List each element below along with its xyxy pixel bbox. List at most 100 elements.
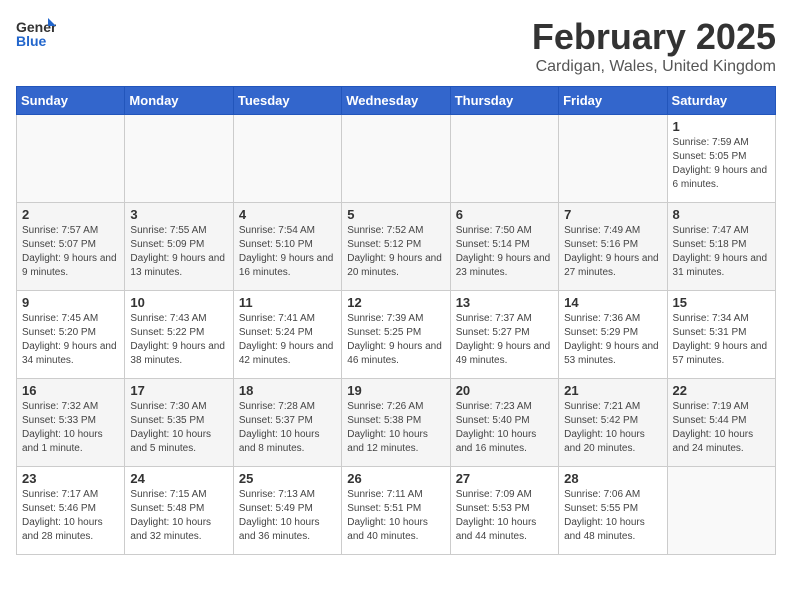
svg-text:Blue: Blue <box>16 33 47 49</box>
day-info: Sunrise: 7:09 AM Sunset: 5:53 PM Dayligh… <box>456 488 553 544</box>
day-number: 14 <box>564 295 661 310</box>
header-friday: Friday <box>559 87 667 115</box>
day-number: 20 <box>456 383 553 398</box>
day-number: 4 <box>239 207 336 222</box>
calendar-week-4: 23Sunrise: 7:17 AM Sunset: 5:46 PM Dayli… <box>17 467 776 555</box>
day-info: Sunrise: 7:11 AM Sunset: 5:51 PM Dayligh… <box>347 488 444 544</box>
day-info: Sunrise: 7:19 AM Sunset: 5:44 PM Dayligh… <box>673 400 770 456</box>
header-saturday: Saturday <box>667 87 775 115</box>
day-number: 8 <box>673 207 770 222</box>
day-info: Sunrise: 7:54 AM Sunset: 5:10 PM Dayligh… <box>239 224 336 280</box>
day-info: Sunrise: 7:55 AM Sunset: 5:09 PM Dayligh… <box>130 224 227 280</box>
day-number: 15 <box>673 295 770 310</box>
calendar-title: February 2025 <box>532 16 776 58</box>
calendar-cell-w0-d4 <box>450 115 558 203</box>
title-block: February 2025 Cardigan, Wales, United Ki… <box>532 16 776 76</box>
calendar-cell-w1-d1: 3 Sunrise: 7:55 AM Sunset: 5:09 PM Daylig… <box>125 203 233 291</box>
day-number: 3 <box>130 207 227 222</box>
day-number: 21 <box>564 383 661 398</box>
day-number: 16 <box>22 383 119 398</box>
day-info: Sunrise: 7:28 AM Sunset: 5:37 PM Dayligh… <box>239 400 336 456</box>
calendar-cell-w3-d2: 18 Sunrise: 7:28 AM Sunset: 5:37 PM Dayli… <box>233 379 341 467</box>
calendar-cell-w1-d5: 7 Sunrise: 7:49 AM Sunset: 5:16 PM Daylig… <box>559 203 667 291</box>
calendar-cell-w4-d0: 23Sunrise: 7:17 AM Sunset: 5:46 PM Dayli… <box>17 467 125 555</box>
calendar-week-0: 1 Sunrise: 7:59 AM Sunset: 5:05 PM Daylig… <box>17 115 776 203</box>
calendar-cell-w3-d1: 17 Sunrise: 7:30 AM Sunset: 5:35 PM Dayli… <box>125 379 233 467</box>
calendar-cell-w0-d0 <box>17 115 125 203</box>
day-number: 6 <box>456 207 553 222</box>
day-number: 7 <box>564 207 661 222</box>
day-number: 13 <box>456 295 553 310</box>
calendar-cell-w0-d5 <box>559 115 667 203</box>
day-info: Sunrise: 7:59 AM Sunset: 5:05 PM Dayligh… <box>673 136 770 192</box>
calendar-week-3: 16 Sunrise: 7:32 AM Sunset: 5:33 PM Dayli… <box>17 379 776 467</box>
day-info: Sunrise: 7:17 AM Sunset: 5:46 PM Dayligh… <box>22 488 119 544</box>
calendar-cell-w1-d0: 2Sunrise: 7:57 AM Sunset: 5:07 PM Daylig… <box>17 203 125 291</box>
day-number: 25 <box>239 471 336 486</box>
day-number: 18 <box>239 383 336 398</box>
calendar-cell-w4-d6 <box>667 467 775 555</box>
day-number: 11 <box>239 295 336 310</box>
calendar-cell-w0-d2 <box>233 115 341 203</box>
day-number: 5 <box>347 207 444 222</box>
day-info: Sunrise: 7:21 AM Sunset: 5:42 PM Dayligh… <box>564 400 661 456</box>
calendar-cell-w3-d0: 16 Sunrise: 7:32 AM Sunset: 5:33 PM Dayli… <box>17 379 125 467</box>
calendar-cell-w0-d6: 1 Sunrise: 7:59 AM Sunset: 5:05 PM Daylig… <box>667 115 775 203</box>
day-info: Sunrise: 7:43 AM Sunset: 5:22 PM Dayligh… <box>130 312 227 368</box>
calendar-cell-w0-d3 <box>342 115 450 203</box>
day-info: Sunrise: 7:23 AM Sunset: 5:40 PM Dayligh… <box>456 400 553 456</box>
calendar-table: Sunday Monday Tuesday Wednesday Thursday… <box>16 86 776 555</box>
header: General Blue February 2025 Cardigan, Wal… <box>16 16 776 76</box>
calendar-cell-w1-d3: 5 Sunrise: 7:52 AM Sunset: 5:12 PM Daylig… <box>342 203 450 291</box>
calendar-week-2: 9 Sunrise: 7:45 AM Sunset: 5:20 PM Daylig… <box>17 291 776 379</box>
day-info: Sunrise: 7:45 AM Sunset: 5:20 PM Dayligh… <box>22 312 119 368</box>
calendar-cell-w2-d6: 15 Sunrise: 7:34 AM Sunset: 5:31 PM Dayli… <box>667 291 775 379</box>
calendar-cell-w3-d5: 21 Sunrise: 7:21 AM Sunset: 5:42 PM Dayli… <box>559 379 667 467</box>
calendar-subtitle: Cardigan, Wales, United Kingdom <box>532 58 776 76</box>
calendar-cell-w4-d2: 25 Sunrise: 7:13 AM Sunset: 5:49 PM Dayli… <box>233 467 341 555</box>
day-number: 12 <box>347 295 444 310</box>
day-number: 24 <box>130 471 227 486</box>
calendar-cell-w1-d6: 8Sunrise: 7:47 AM Sunset: 5:18 PM Daylig… <box>667 203 775 291</box>
calendar-cell-w4-d3: 26 Sunrise: 7:11 AM Sunset: 5:51 PM Dayli… <box>342 467 450 555</box>
day-info: Sunrise: 7:41 AM Sunset: 5:24 PM Dayligh… <box>239 312 336 368</box>
calendar-cell-w4-d5: 28 Sunrise: 7:06 AM Sunset: 5:55 PM Dayli… <box>559 467 667 555</box>
calendar-cell-w3-d6: 22 Sunrise: 7:19 AM Sunset: 5:44 PM Dayli… <box>667 379 775 467</box>
calendar-cell-w2-d3: 12 Sunrise: 7:39 AM Sunset: 5:25 PM Dayli… <box>342 291 450 379</box>
day-info: Sunrise: 7:36 AM Sunset: 5:29 PM Dayligh… <box>564 312 661 368</box>
calendar-cell-w2-d4: 13 Sunrise: 7:37 AM Sunset: 5:27 PM Dayli… <box>450 291 558 379</box>
day-number: 26 <box>347 471 444 486</box>
header-wednesday: Wednesday <box>342 87 450 115</box>
calendar-cell-w4-d1: 24 Sunrise: 7:15 AM Sunset: 5:48 PM Dayli… <box>125 467 233 555</box>
day-number: 9 <box>22 295 119 310</box>
day-info: Sunrise: 7:13 AM Sunset: 5:49 PM Dayligh… <box>239 488 336 544</box>
calendar-header-row: Sunday Monday Tuesday Wednesday Thursday… <box>17 87 776 115</box>
day-info: Sunrise: 7:30 AM Sunset: 5:35 PM Dayligh… <box>130 400 227 456</box>
calendar-cell-w0-d1 <box>125 115 233 203</box>
calendar-cell-w2-d2: 11 Sunrise: 7:41 AM Sunset: 5:24 PM Dayli… <box>233 291 341 379</box>
day-info: Sunrise: 7:39 AM Sunset: 5:25 PM Dayligh… <box>347 312 444 368</box>
logo-icon: General Blue <box>16 16 56 52</box>
day-info: Sunrise: 7:32 AM Sunset: 5:33 PM Dayligh… <box>22 400 119 456</box>
day-info: Sunrise: 7:49 AM Sunset: 5:16 PM Dayligh… <box>564 224 661 280</box>
day-number: 2 <box>22 207 119 222</box>
day-info: Sunrise: 7:06 AM Sunset: 5:55 PM Dayligh… <box>564 488 661 544</box>
day-number: 28 <box>564 471 661 486</box>
header-tuesday: Tuesday <box>233 87 341 115</box>
day-number: 22 <box>673 383 770 398</box>
day-info: Sunrise: 7:37 AM Sunset: 5:27 PM Dayligh… <box>456 312 553 368</box>
calendar-week-1: 2Sunrise: 7:57 AM Sunset: 5:07 PM Daylig… <box>17 203 776 291</box>
day-info: Sunrise: 7:15 AM Sunset: 5:48 PM Dayligh… <box>130 488 227 544</box>
calendar-cell-w3-d4: 20 Sunrise: 7:23 AM Sunset: 5:40 PM Dayli… <box>450 379 558 467</box>
day-info: Sunrise: 7:52 AM Sunset: 5:12 PM Dayligh… <box>347 224 444 280</box>
calendar-cell-w2-d1: 10Sunrise: 7:43 AM Sunset: 5:22 PM Dayli… <box>125 291 233 379</box>
day-number: 19 <box>347 383 444 398</box>
header-monday: Monday <box>125 87 233 115</box>
day-info: Sunrise: 7:34 AM Sunset: 5:31 PM Dayligh… <box>673 312 770 368</box>
day-number: 17 <box>130 383 227 398</box>
day-number: 1 <box>673 119 770 134</box>
calendar-cell-w2-d5: 14 Sunrise: 7:36 AM Sunset: 5:29 PM Dayli… <box>559 291 667 379</box>
calendar-cell-w4-d4: 27Sunrise: 7:09 AM Sunset: 5:53 PM Dayli… <box>450 467 558 555</box>
calendar-cell-w1-d4: 6 Sunrise: 7:50 AM Sunset: 5:14 PM Daylig… <box>450 203 558 291</box>
day-info: Sunrise: 7:50 AM Sunset: 5:14 PM Dayligh… <box>456 224 553 280</box>
